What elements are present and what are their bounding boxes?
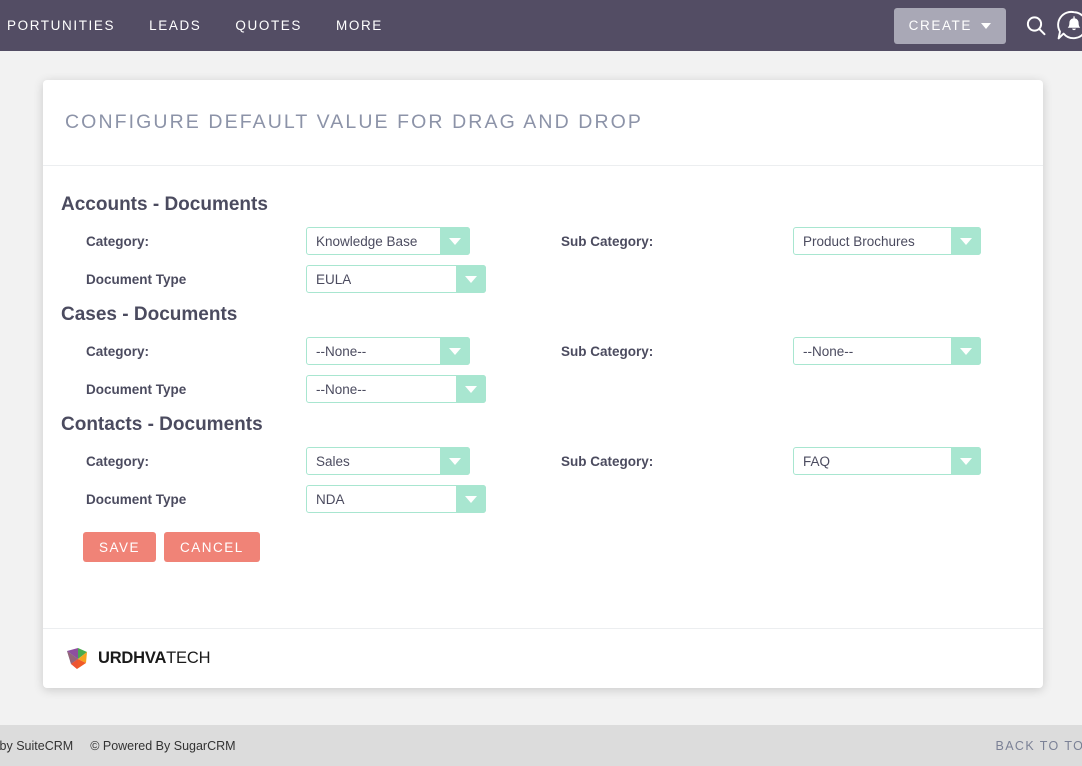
dropdown-arrow-icon bbox=[456, 485, 486, 513]
select-cases-doctype-value: --None-- bbox=[316, 381, 367, 397]
select-cases-doctype[interactable]: --None-- bbox=[306, 375, 486, 403]
label-cases-doctype: Document Type bbox=[86, 381, 187, 397]
field-cases-doctype: Document Type --None-- bbox=[61, 375, 551, 403]
row-accounts-doctype: Document Type EULA bbox=[61, 260, 1021, 298]
section-title-accounts: Accounts - Documents bbox=[61, 194, 268, 215]
select-contacts-doctype[interactable]: NDA bbox=[306, 485, 486, 513]
logo-text: URDHVATECH bbox=[98, 649, 210, 668]
dropdown-arrow-icon bbox=[951, 447, 981, 475]
select-cases-category[interactable]: --None-- bbox=[306, 337, 470, 365]
logo-text-light: TECH bbox=[166, 649, 211, 667]
section-title-contacts: Contacts - Documents bbox=[61, 414, 263, 435]
card-footer: URDHVATECH bbox=[43, 628, 1043, 688]
label-contacts-subcategory: Sub Category: bbox=[561, 453, 654, 469]
top-navigation-bar: PORTUNITIES LEADS QUOTES MORE CREATE bbox=[0, 0, 1082, 51]
back-to-top-link[interactable]: BACK TO TOP bbox=[995, 739, 1082, 753]
section-title-cases: Cases - Documents bbox=[61, 304, 238, 325]
field-accounts-doctype: Document Type EULA bbox=[61, 265, 551, 293]
row-contacts-category: Category: Sales Sub Category: FAQ bbox=[61, 442, 1021, 480]
select-contacts-doctype-value: NDA bbox=[316, 491, 345, 507]
label-cases-category: Category: bbox=[86, 343, 150, 359]
cancel-button[interactable]: CANCEL bbox=[164, 532, 260, 562]
logo-text-bold: URDHVA bbox=[98, 649, 167, 667]
configure-defaults-card: CONFIGURE DEFAULT VALUE FOR DRAG AND DRO… bbox=[43, 80, 1043, 688]
section-accounts-documents: Accounts - Documents Category: Knowledge… bbox=[61, 194, 1021, 298]
nav-links: PORTUNITIES LEADS QUOTES MORE bbox=[0, 0, 400, 51]
select-accounts-doctype[interactable]: EULA bbox=[306, 265, 486, 293]
chevron-down-icon bbox=[981, 22, 991, 29]
footer-credits: erchanged by SuiteCRM © Powered By Sugar… bbox=[0, 739, 236, 753]
card-body: Accounts - Documents Category: Knowledge… bbox=[43, 166, 1043, 628]
select-contacts-subcategory[interactable]: FAQ bbox=[793, 447, 981, 475]
dropdown-arrow-icon bbox=[456, 265, 486, 293]
dropdown-arrow-icon bbox=[440, 227, 470, 255]
row-accounts-category: Category: Knowledge Base Sub Category: P… bbox=[61, 222, 1021, 260]
field-accounts-category: Category: Knowledge Base bbox=[61, 227, 551, 255]
label-accounts-doctype: Document Type bbox=[86, 271, 187, 287]
dropdown-arrow-icon bbox=[456, 375, 486, 403]
footer-suitecrm-text: erchanged by SuiteCRM bbox=[0, 738, 74, 753]
search-button[interactable] bbox=[1018, 6, 1054, 46]
row-contacts-doctype: Document Type NDA bbox=[61, 480, 1021, 518]
select-cases-category-value: --None-- bbox=[316, 343, 367, 359]
label-accounts-subcategory: Sub Category: bbox=[561, 233, 654, 249]
field-cases-subcategory: Sub Category: --None-- bbox=[551, 337, 981, 365]
nav-link-more[interactable]: MORE bbox=[319, 0, 400, 51]
select-accounts-subcategory-value: Product Brochures bbox=[803, 233, 915, 249]
dropdown-arrow-icon bbox=[951, 337, 981, 365]
select-contacts-category[interactable]: Sales bbox=[306, 447, 470, 475]
dropdown-arrow-icon bbox=[440, 447, 470, 475]
create-button-label: CREATE bbox=[908, 18, 972, 33]
page-title: CONFIGURE DEFAULT VALUE FOR DRAG AND DRO… bbox=[65, 111, 644, 133]
label-accounts-category: Category: bbox=[86, 233, 150, 249]
select-accounts-category-value: Knowledge Base bbox=[316, 233, 418, 249]
section-cases-documents: Cases - Documents Category: --None-- Sub… bbox=[61, 304, 1021, 408]
label-contacts-category: Category: bbox=[86, 453, 150, 469]
label-cases-subcategory: Sub Category: bbox=[561, 343, 654, 359]
dropdown-arrow-icon bbox=[440, 337, 470, 365]
search-icon bbox=[1026, 15, 1046, 35]
field-contacts-category: Category: Sales bbox=[61, 447, 551, 475]
nav-right-actions: CREATE bbox=[893, 0, 1082, 51]
notifications-button[interactable] bbox=[1054, 6, 1082, 46]
select-cases-subcategory-value: --None-- bbox=[803, 343, 854, 359]
urdhva-diamond-logo-icon bbox=[67, 647, 87, 669]
section-contacts-documents: Contacts - Documents Category: Sales Sub… bbox=[61, 414, 1021, 518]
select-cases-subcategory[interactable]: --None-- bbox=[793, 337, 981, 365]
field-contacts-doctype: Document Type NDA bbox=[61, 485, 551, 513]
dropdown-arrow-icon bbox=[951, 227, 981, 255]
select-accounts-category[interactable]: Knowledge Base bbox=[306, 227, 470, 255]
select-contacts-subcategory-value: FAQ bbox=[803, 453, 831, 469]
card-header: CONFIGURE DEFAULT VALUE FOR DRAG AND DRO… bbox=[43, 80, 1043, 166]
label-contacts-doctype: Document Type bbox=[86, 491, 187, 507]
save-button[interactable]: SAVE bbox=[83, 532, 157, 562]
form-actions: SAVE CANCEL bbox=[61, 532, 1021, 562]
nav-link-quotes[interactable]: QUOTES bbox=[218, 0, 319, 51]
select-accounts-subcategory[interactable]: Product Brochures bbox=[793, 227, 981, 255]
row-cases-category: Category: --None-- Sub Category: --None-… bbox=[61, 332, 1021, 370]
field-contacts-subcategory: Sub Category: FAQ bbox=[551, 447, 981, 475]
footer-sugarcrm-text: © Powered By SugarCRM bbox=[90, 738, 236, 753]
nav-link-leads[interactable]: LEADS bbox=[132, 0, 218, 51]
select-contacts-category-value: Sales bbox=[316, 453, 350, 469]
field-accounts-subcategory: Sub Category: Product Brochures bbox=[551, 227, 981, 255]
bell-icon bbox=[1057, 10, 1082, 39]
urdhva-tech-logo: URDHVATECH bbox=[65, 646, 210, 672]
nav-link-opportunities[interactable]: PORTUNITIES bbox=[0, 0, 132, 51]
row-cases-doctype: Document Type --None-- bbox=[61, 370, 1021, 408]
select-accounts-doctype-value: EULA bbox=[316, 271, 352, 287]
create-button[interactable]: CREATE bbox=[893, 7, 1006, 44]
page-footer: erchanged by SuiteCRM © Powered By Sugar… bbox=[0, 725, 1082, 766]
field-cases-category: Category: --None-- bbox=[61, 337, 551, 365]
